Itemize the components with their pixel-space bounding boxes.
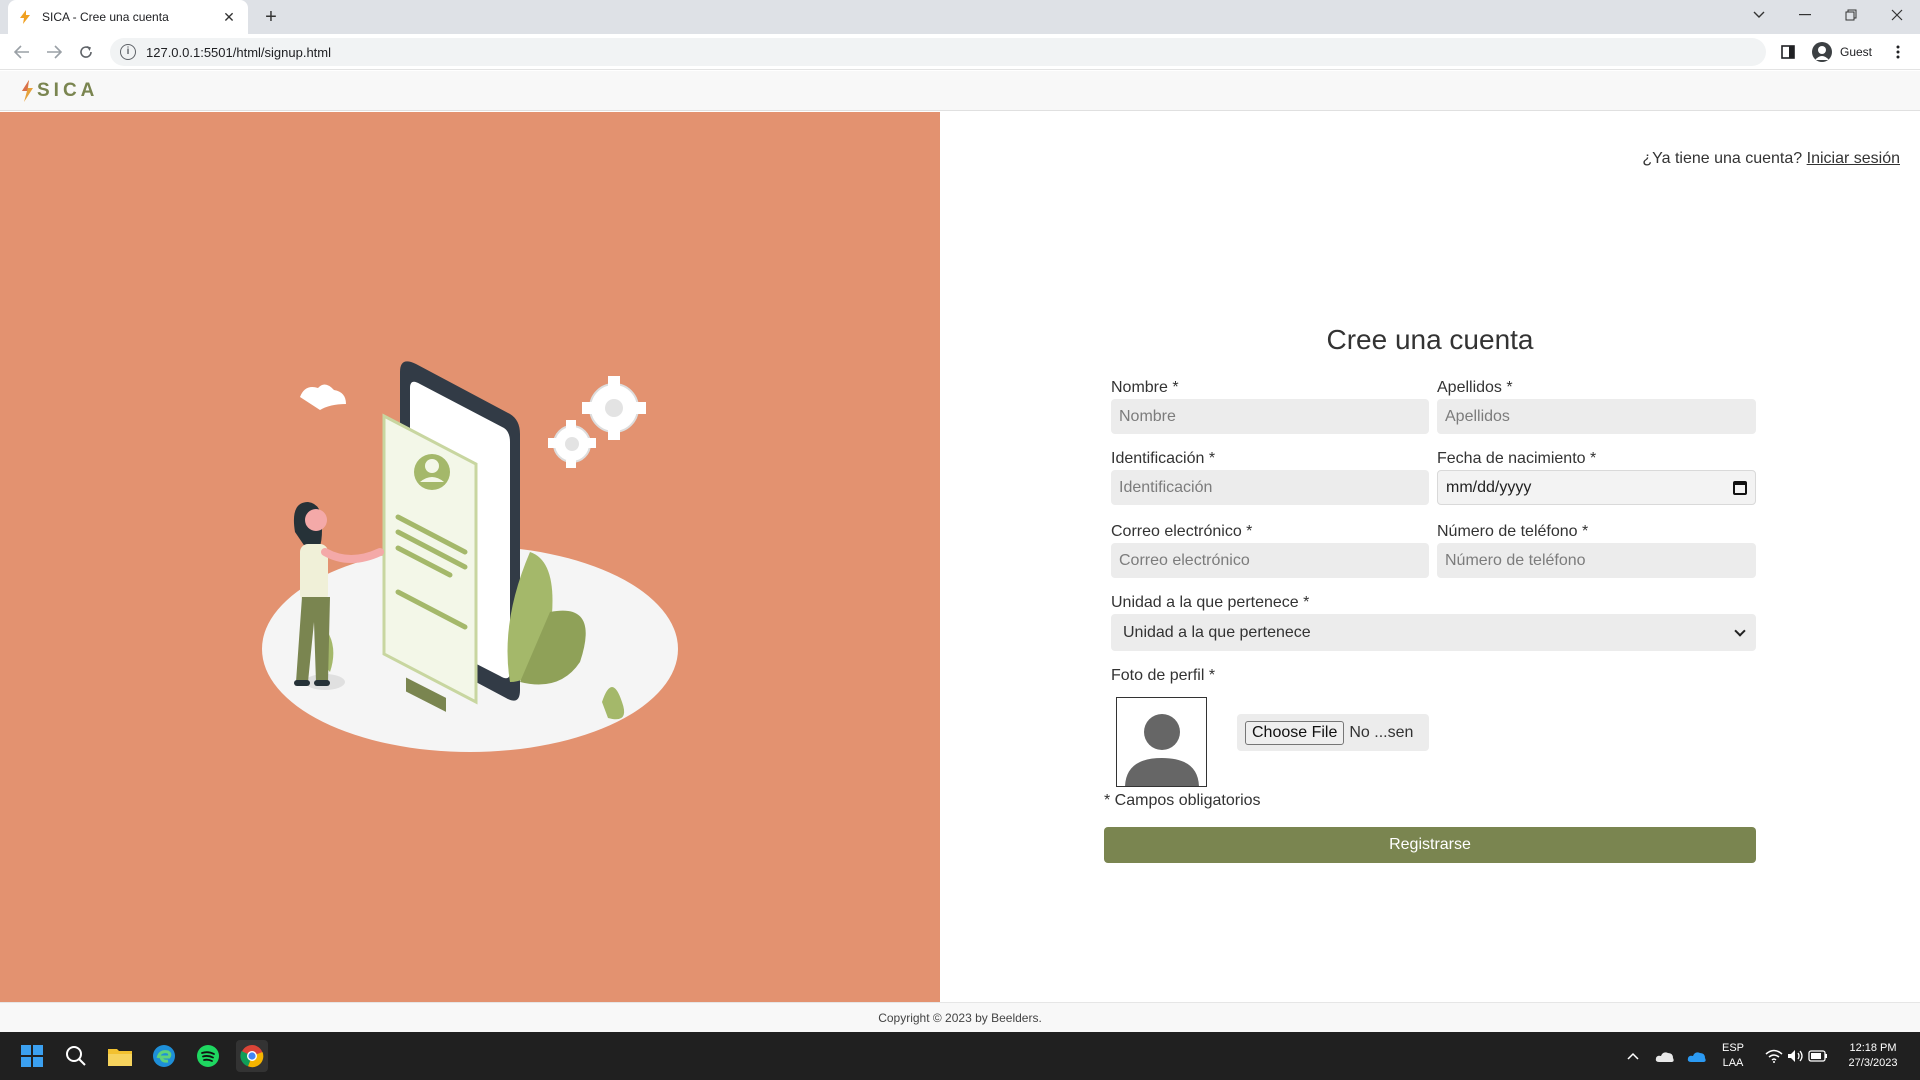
clock[interactable]: 12:18 PM 27/3/2023 (1838, 1041, 1908, 1071)
unidad-selected-value: Unidad a la que pertenece (1123, 623, 1311, 641)
language-bottom: LAA (1722, 1057, 1744, 1069)
nombre-label: Nombre * (1111, 379, 1179, 396)
windows-start-icon[interactable] (16, 1040, 48, 1072)
browser-toolbar: i 127.0.0.1:5501/html/signup.html Guest (0, 34, 1920, 70)
fecha-value: mm/dd/yyyy (1446, 478, 1532, 496)
search-icon[interactable] (60, 1040, 92, 1072)
clock-time: 12:18 PM (1849, 1042, 1897, 1054)
login-prompt: ¿Ya tiene una cuenta? Iniciar sesión (1642, 150, 1900, 168)
nombre-input[interactable] (1111, 399, 1429, 434)
unidad-label: Unidad a la que pertenece * (1111, 594, 1310, 611)
profile-label: Guest (1840, 45, 1873, 59)
calendar-icon[interactable] (1733, 480, 1747, 495)
chevron-down-icon (1734, 624, 1746, 637)
clock-date: 27/3/2023 (1848, 1057, 1898, 1069)
correo-input[interactable] (1111, 543, 1429, 578)
login-link[interactable]: Iniciar sesión (1807, 150, 1900, 167)
apellidos-label: Apellidos * (1437, 379, 1513, 396)
windows-taskbar: ESP LAA 12:18 PM 27/3/2023 (0, 1032, 1920, 1080)
language-indicator[interactable]: ESP LAA (1718, 1041, 1748, 1071)
restore-icon[interactable] (1828, 0, 1874, 30)
identificacion-input[interactable] (1111, 470, 1429, 505)
choose-file-button[interactable]: Choose File (1245, 720, 1345, 745)
fecha-label: Fecha de nacimiento * (1437, 450, 1597, 467)
cloud-icon[interactable] (1649, 1040, 1681, 1072)
language-top: ESP (1721, 1042, 1744, 1054)
telefono-label: Número de teléfono * (1437, 523, 1589, 540)
guest-avatar-icon (1812, 42, 1832, 62)
illustration-panel (0, 112, 940, 1002)
browser-menu-icon[interactable] (1886, 40, 1910, 64)
tab-title: SICA - Cree una cuenta (42, 10, 169, 24)
foto-label: Foto de perfil * (1111, 667, 1216, 684)
telefono-input[interactable] (1437, 543, 1756, 578)
sica-favicon-icon (18, 10, 32, 24)
form-title: Cree una cuenta (1326, 324, 1534, 355)
address-bar[interactable]: i 127.0.0.1:5501/html/signup.html (110, 38, 1766, 66)
battery-icon[interactable] (1802, 1040, 1834, 1072)
minimize-icon[interactable] (1782, 0, 1828, 30)
chrome-icon[interactable] (236, 1040, 268, 1072)
site-header: SICA (0, 71, 1920, 111)
fecha-input[interactable]: mm/dd/yyyy (1437, 470, 1756, 505)
page-footer: Copyright © 2023 by Beelders. (0, 1002, 1920, 1032)
new-tab-button[interactable]: + (258, 4, 284, 30)
register-button[interactable]: Registrarse (1104, 827, 1756, 863)
onedrive-icon[interactable] (1681, 1040, 1713, 1072)
site-logo[interactable]: SICA (37, 80, 98, 102)
close-window-icon[interactable] (1874, 0, 1920, 30)
side-panel-icon[interactable] (1776, 40, 1800, 64)
copyright-text: Copyright © 2023 by Beelders. (878, 1010, 1042, 1025)
profile-photo-preview (1116, 697, 1207, 787)
unidad-select[interactable]: Unidad a la que pertenece (1111, 614, 1756, 651)
file-explorer-icon[interactable] (104, 1040, 136, 1072)
tray-chevron-up-icon[interactable] (1617, 1040, 1649, 1072)
profile-button[interactable]: Guest (1806, 39, 1878, 65)
url-text: 127.0.0.1:5501/html/signup.html (146, 44, 332, 60)
identificacion-label: Identificación * (1111, 450, 1216, 467)
edge-browser-icon[interactable] (148, 1040, 180, 1072)
required-fields-note: * Campos obligatorios (1104, 792, 1261, 809)
default-avatar-icon (1125, 714, 1199, 786)
file-status-text: No ...sen (1349, 723, 1414, 741)
forward-arrow-icon[interactable] (42, 40, 66, 64)
sica-logo-icon (20, 79, 34, 102)
signup-illustration (262, 361, 678, 752)
site-info-icon[interactable]: i (120, 44, 136, 60)
login-prompt-text: ¿Ya tiene una cuenta? (1642, 150, 1803, 167)
apellidos-input[interactable] (1437, 399, 1756, 434)
photo-file-input[interactable]: Choose File No ...sen (1237, 714, 1429, 751)
back-arrow-icon[interactable] (10, 40, 34, 64)
reload-icon[interactable] (74, 40, 98, 64)
spotify-icon[interactable] (192, 1040, 224, 1072)
browser-tabbar: SICA - Cree una cuenta ✕ + (0, 0, 1920, 34)
tab-close-icon[interactable]: ✕ (220, 9, 238, 26)
correo-label: Correo electrónico * (1111, 523, 1253, 540)
browser-tab[interactable]: SICA - Cree una cuenta ✕ (8, 0, 248, 34)
tab-search-chevron-icon[interactable] (1736, 0, 1782, 30)
